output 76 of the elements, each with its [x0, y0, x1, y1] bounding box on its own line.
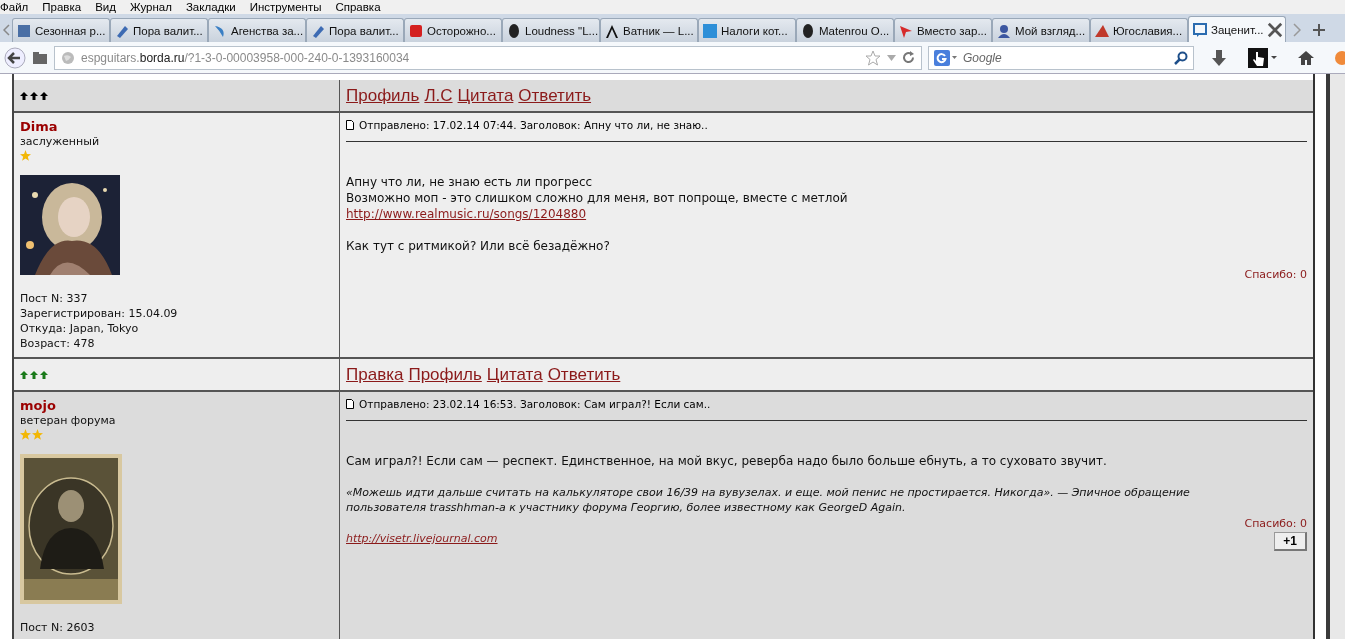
download-icon[interactable] — [1212, 49, 1226, 66]
action-link[interactable]: Ответить — [518, 85, 592, 106]
grid-icon[interactable] — [32, 50, 48, 65]
user-info: Пост N: 2603 — [20, 620, 95, 635]
menu-item[interactable]: Файл — [0, 0, 29, 14]
head-icon — [800, 22, 816, 39]
home-icon[interactable] — [1298, 50, 1314, 65]
user-info: Возраст: 478 — [20, 336, 95, 351]
browser-tab[interactable]: Вместо зар... — [894, 18, 992, 42]
back-icon[interactable] — [4, 46, 26, 69]
action-link[interactable]: Профиль — [346, 85, 420, 106]
browser-tab[interactable]: Осторожно... — [404, 18, 502, 42]
browser-tab[interactable]: Пора валит... — [306, 18, 404, 42]
page-icon — [16, 22, 32, 39]
post-text: Возможно моп - это слишком сложно для меня, вот попроще, вместе с метлой — [346, 190, 848, 206]
menu-item[interactable]: Журнал — [129, 0, 172, 14]
reload-icon[interactable] — [902, 51, 915, 64]
globe-icon — [61, 50, 75, 65]
browser-tab[interactable]: Matenrou O... — [796, 18, 894, 42]
action-link[interactable]: Профиль — [408, 364, 482, 385]
arrows-icon[interactable] — [20, 91, 48, 100]
user-info: Пост N: 337 — [20, 291, 88, 306]
user-info: Откуда: Japan, Tokyo — [20, 321, 139, 336]
author-name[interactable]: mojo — [20, 398, 56, 413]
address-field[interactable]: espguitars.borda.ru/?1-3-0-00003958-000-240-0-1393160034 — [54, 45, 922, 70]
signature-link[interactable]: http://visetr.livejournal.com — [346, 531, 498, 547]
search-field[interactable]: Google — [963, 50, 1169, 65]
chat-icon — [1192, 21, 1208, 38]
document-icon — [346, 120, 354, 130]
browser-tab[interactable]: Сезонная р... — [12, 18, 110, 42]
square-icon — [408, 22, 424, 39]
post-text: Как тут с ритмикой? Или всё безадёжно? — [346, 238, 610, 254]
document-icon — [346, 399, 354, 409]
post-link[interactable]: http://www.realmusic.ru/songs/1204880 — [346, 206, 587, 222]
browser-tab[interactable]: Пора валит... — [110, 18, 208, 42]
menu-item[interactable]: Правка — [42, 0, 82, 14]
post-meta: Отправлено: 23.02.14 16:53. Заголовок: Сам играл?! Если сам.. — [359, 398, 711, 410]
action-link[interactable]: Правка — [346, 364, 404, 385]
plus-one-button[interactable]: +1 — [1274, 532, 1307, 551]
browser-tab[interactable]: Агенства за... — [208, 18, 306, 42]
search-icon[interactable] — [1174, 50, 1188, 65]
browser-tab[interactable]: Заценит... — [1188, 16, 1286, 42]
menu-item[interactable]: Вид — [95, 0, 116, 14]
url-text: espguitars.borda.ru/?1-3-0-00003958-000-240-0-1393160034 — [81, 50, 411, 65]
hand-icon[interactable] — [1248, 47, 1278, 68]
plus-icon[interactable] — [1312, 23, 1326, 37]
scrollbar[interactable] — [1330, 74, 1345, 639]
browser-tab[interactable]: Налоги кот... — [698, 18, 796, 42]
thanks-count: Спасибо: 0 — [1244, 517, 1307, 530]
user-rank: заслуженный — [20, 134, 100, 149]
author-name[interactable]: Dima — [20, 119, 58, 134]
action-link[interactable]: Цитата — [457, 85, 514, 106]
action-link[interactable]: Л.С — [424, 85, 453, 106]
menu-item[interactable]: Инструменты — [249, 0, 322, 14]
g-icon[interactable] — [934, 49, 958, 66]
head-icon — [506, 22, 522, 39]
star-outline-icon[interactable] — [865, 49, 881, 66]
user-rank: ветеран форума — [20, 413, 116, 428]
post-meta: Отправлено: 17.02.14 07:44. Заголовок: Апну что ли, не знаю.. — [359, 119, 708, 131]
browser-tab[interactable]: Югославия... — [1090, 18, 1188, 42]
square-icon — [702, 22, 718, 39]
browser-tab[interactable]: Ватник — L... — [600, 18, 698, 42]
signature-text: «Можешь идти дальше считать на калькуляторе свои 16/39 на вувузелах. и еще. мой пенис не простирается. Никогда». — Эпичное обращение пользователя trasshhman-а к участнику форума Георгию, более известному как GeorgeD Again. — [346, 485, 1191, 515]
action-link[interactable]: Ответить — [547, 364, 621, 385]
action-link[interactable]: Цитата — [486, 364, 543, 385]
post-text: Апну что ли, не знаю есть ли прогресс — [346, 174, 593, 190]
menu-item[interactable]: Справка — [335, 0, 381, 14]
close-icon[interactable] — [1266, 21, 1283, 38]
browser-tab[interactable]: Loudness "L... — [502, 18, 600, 42]
browser-tab[interactable]: Мой взгляд... — [992, 18, 1090, 42]
user-info: Зарегистрирован: 15.04.09 — [20, 306, 178, 321]
menu-item[interactable]: Закладки — [185, 0, 236, 14]
person-icon — [996, 22, 1012, 39]
post-text: Сам играл?! Если сам — респект. Единственное, на мой вкус, реверба надо было больше ебнуть, а то суховато звучит. — [346, 453, 1107, 469]
thanks-count: Спасибо: 0 — [1244, 268, 1307, 281]
search-box[interactable]: Google — [928, 45, 1194, 70]
